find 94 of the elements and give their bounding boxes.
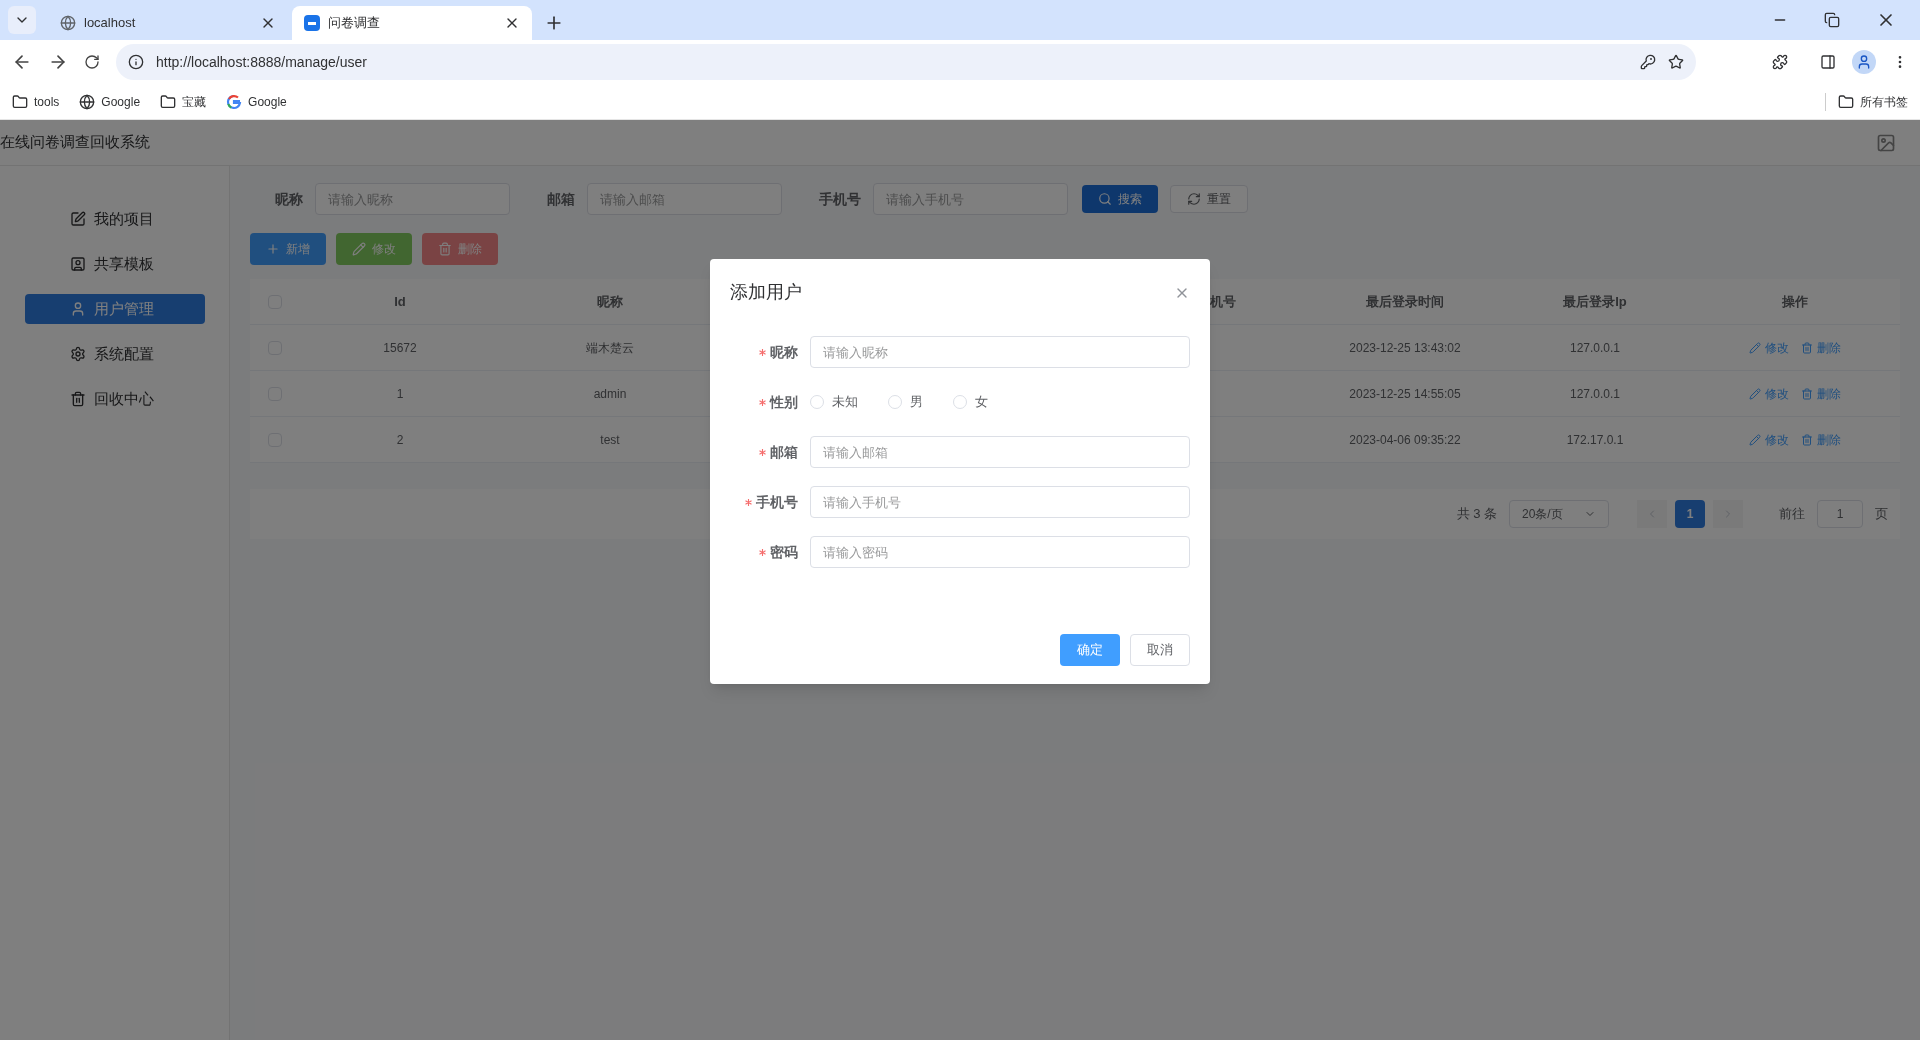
column-header: Id (394, 292, 406, 311)
bookmark-link[interactable]: tools (12, 92, 60, 111)
dialog-title: 添加用户 (730, 281, 802, 304)
url-text: http://localhost:8888/manage/user (156, 52, 368, 72)
edit-icon (1749, 387, 1761, 400)
field-label: 密码 (770, 542, 798, 562)
input-field[interactable]: 请输入密码 (810, 536, 1190, 568)
confirm-button[interactable]: 确定 (1060, 634, 1120, 666)
trash-icon (70, 391, 86, 407)
tab-list-icon[interactable] (8, 6, 36, 34)
total-count: 共 3 条 (1456, 505, 1497, 524)
cancel-button[interactable]: 取消 (1130, 634, 1190, 666)
table-cell-text: 127.0.0.1 (1569, 339, 1620, 357)
search-label: 邮箱 (547, 189, 575, 209)
table-cell-text: 2023-12-25 13:43:02 (1349, 339, 1461, 357)
bookmark-link[interactable]: Google (79, 92, 141, 111)
sidebar-item[interactable]: 用户管理 (25, 294, 205, 324)
page-button[interactable]: 1 (1675, 500, 1705, 528)
table-cell-text: 1 (396, 385, 404, 403)
input-field[interactable]: 请输入昵称 (810, 336, 1190, 368)
trash-icon (1801, 433, 1813, 446)
sidebar-item[interactable]: 我的项目 (25, 204, 205, 234)
tab-title: 问卷调查 (328, 14, 381, 33)
page-suffix: 页 (1875, 505, 1888, 524)
key-icon[interactable] (1640, 54, 1656, 70)
search-label: 昵称 (275, 189, 303, 209)
profile-icon[interactable] (1852, 50, 1876, 74)
field-label: 昵称 (770, 342, 798, 362)
column-header: 机号 (1210, 292, 1236, 311)
table-cell-text: 172.17.0.1 (1566, 431, 1624, 449)
edit-icon (70, 211, 86, 227)
app-title: 在线问卷调查回收系统 (0, 132, 150, 153)
reload-icon[interactable] (84, 54, 100, 70)
plus-icon (266, 242, 280, 256)
page-field[interactable]: 1 (1817, 500, 1863, 528)
bookmark-link[interactable]: Google (226, 92, 287, 111)
folder-icon (160, 93, 177, 110)
table-cell-text: 2023-12-25 14:55:05 (1349, 385, 1461, 403)
search-icon (1098, 192, 1112, 206)
reset-button[interactable]: 重置 (1170, 185, 1248, 213)
star-icon[interactable] (1668, 54, 1684, 70)
trash-icon (1801, 387, 1813, 400)
table-cell-text: admin (593, 385, 627, 403)
table-cell-text: test (600, 431, 620, 449)
template-icon (70, 256, 86, 272)
app-favicon-icon (304, 15, 320, 31)
tab-title: localhost (84, 14, 137, 33)
column-header: 最后登录Ip (1563, 292, 1627, 311)
folder-icon (1838, 93, 1854, 110)
field-label: 邮箱 (770, 442, 798, 462)
side-panel-icon[interactable] (1820, 54, 1836, 70)
table-cell-text: 2 (396, 431, 404, 449)
table-cell-text: 2023-04-06 09:35:22 (1349, 431, 1461, 449)
page-size-select[interactable]: 20条/页 (1509, 500, 1609, 528)
sidebar-item[interactable]: 回收中心 (25, 384, 205, 414)
edit-icon (1749, 341, 1761, 354)
address-bar[interactable]: http://localhost:8888/manage/user (116, 44, 1696, 80)
table-cell-text: 端木楚云 (586, 339, 634, 357)
search-label: 手机号 (819, 189, 861, 209)
broken-image-icon (1876, 132, 1896, 153)
bookmark-link[interactable]: 宝藏 (160, 92, 207, 111)
settings-icon (70, 346, 86, 362)
field-label: 手机号 (756, 492, 798, 512)
extensions-icon[interactable] (1772, 54, 1788, 70)
sidebar-item[interactable]: 系统配置 (25, 339, 205, 369)
column-header: 昵称 (597, 292, 623, 311)
folder-icon (12, 93, 28, 110)
user-icon (70, 301, 86, 317)
all-bookmarks-link[interactable]: 所有书签 (1825, 92, 1908, 111)
input-field[interactable]: 请输入邮箱 (810, 436, 1190, 468)
column-header: 最后登录时间 (1366, 292, 1444, 311)
globe-icon (60, 15, 76, 31)
table-cell-text: 15672 (383, 339, 417, 357)
info-icon (128, 54, 144, 70)
globe-icon (79, 93, 96, 110)
column-header: 操作 (1782, 292, 1808, 311)
search-button[interactable]: 搜索 (1082, 185, 1158, 213)
table-cell-text: 127.0.0.1 (1569, 385, 1620, 403)
sidebar-item[interactable]: 共享模板 (25, 249, 205, 279)
trash-icon (1801, 341, 1813, 354)
browser-tab[interactable]: 问卷调查 (292, 6, 532, 40)
gender-radio[interactable]: 男 (888, 392, 923, 412)
edit-icon (1749, 433, 1761, 446)
edit-icon (352, 242, 366, 256)
google-logo-icon (226, 93, 243, 110)
gender-radio[interactable]: 未知 (810, 392, 858, 412)
gender-radio[interactable]: 女 (953, 392, 988, 412)
input-field[interactable]: 请输入手机号 (810, 486, 1190, 518)
browser-tab[interactable]: localhost (48, 6, 288, 40)
goto-label: 前往 (1779, 505, 1805, 524)
field-label: 性别 (770, 392, 798, 412)
refresh-icon (1187, 192, 1201, 206)
trash-icon (438, 242, 452, 256)
restore-icon[interactable] (1824, 12, 1840, 28)
